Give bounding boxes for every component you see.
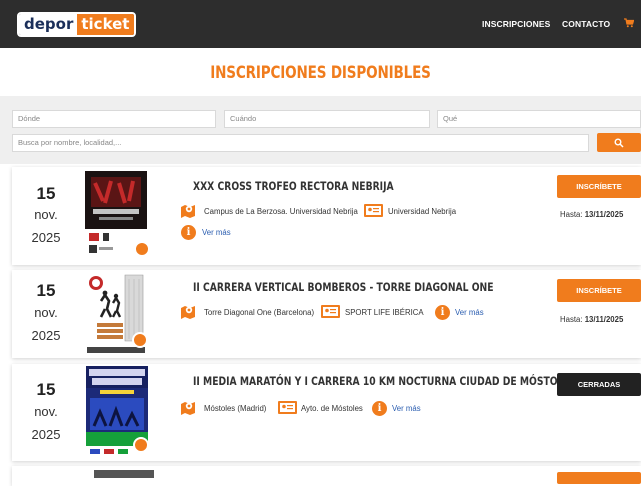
ver-mas-link[interactable]: Ver más [455,308,484,317]
map-pin-icon [181,205,195,218]
nav-inscripciones-link[interactable]: INSCRIPCIONES [482,19,550,29]
search-input[interactable]: Busca por nombre, localidad,... [12,134,589,152]
event-card: 15 nov. 2025 II CARRERA VERTICAL BOMBERO… [12,270,641,358]
event-card: 15 nov. 2025 XXX CROSS TROFEO RECTORA NE… [12,167,641,265]
deadline-date: 13/11/2025 [584,210,624,219]
event-month: nov. [34,305,58,320]
organizer-id-card-icon [321,305,340,318]
event-organizer: SPORT LIFE IBÉRICA [345,308,424,317]
inscribete-button[interactable]: INSCRÍBETE [557,279,641,302]
ver-mas-link[interactable]: Ver más [202,228,231,237]
event-title[interactable]: II MEDIA MARATÓN Y I CARRERA 10 KM NOCTU… [193,374,605,388]
event-month: nov. [34,404,58,419]
info-icon[interactable]: i [372,401,387,416]
filters-panel [0,96,641,164]
event-year: 2025 [31,328,61,343]
event-card: 15 nov. 2025 II MEDIA MARATÓN Y I CARRER… [12,364,641,461]
deadline-text: Hasta: 13/11/2025 [560,315,623,324]
deadline-label: Hasta: [560,315,583,324]
event-location: Campus de La Berzosa. Universidad Nebrij… [204,207,358,216]
event-organizer: Universidad Nebrija [388,207,457,216]
map-pin-icon [181,402,195,415]
deadline-text: Hasta: 13/11/2025 [560,210,623,219]
inscribete-button[interactable] [557,472,641,484]
organizer-id-card-icon [364,204,383,217]
search-icon [614,138,624,148]
event-card [12,466,641,486]
zoom-badge-icon[interactable] [132,332,148,348]
event-day: 15 [36,184,56,203]
page-title: INSCRIPCIONES DISPONIBLES [210,63,431,82]
event-organizer: Ayto. de Móstoles [301,404,363,413]
ver-mas-link[interactable]: Ver más [392,404,421,413]
event-poster-image[interactable] [94,470,154,478]
deadline-date: 13/11/2025 [584,315,624,324]
event-year: 2025 [31,427,61,442]
cart-icon[interactable] [624,18,634,28]
zoom-badge-icon[interactable] [134,241,150,257]
search-button[interactable] [597,133,641,152]
event-year: 2025 [31,230,61,245]
deadline-label: Hasta: [560,210,583,219]
zoom-badge-icon[interactable] [133,437,149,453]
event-day: 15 [36,281,56,300]
organizer-id-card-icon [278,401,297,414]
event-day: 15 [36,380,56,399]
cerradas-button[interactable]: CERRADAS [557,373,641,396]
cuando-input[interactable]: Cuándo [224,110,430,128]
top-navbar: depor ticket INSCRIPCIONES CONTACTO [0,0,641,48]
logo-part-ticket: ticket [77,14,135,35]
event-title[interactable]: II CARRERA VERTICAL BOMBEROS - TORRE DIA… [193,280,494,294]
donde-input[interactable]: Dónde [12,110,216,128]
info-icon[interactable]: i [435,305,450,320]
event-title[interactable]: XXX CROSS TROFEO RECTORA NEBRIJA [193,179,394,193]
logo-part-depor: depor [19,14,78,35]
info-icon[interactable]: i [181,225,196,240]
event-location: Torre Diagonal One (Barcelona) [204,308,315,317]
event-location: Móstoles (Madrid) [204,404,267,413]
deporticket-logo[interactable]: depor ticket [17,12,137,37]
nav-contacto-link[interactable]: CONTACTO [562,19,610,29]
map-pin-icon [181,306,195,319]
que-input[interactable]: Qué [437,110,641,128]
inscribete-button[interactable]: INSCRÍBETE [557,175,641,198]
event-month: nov. [34,207,58,222]
